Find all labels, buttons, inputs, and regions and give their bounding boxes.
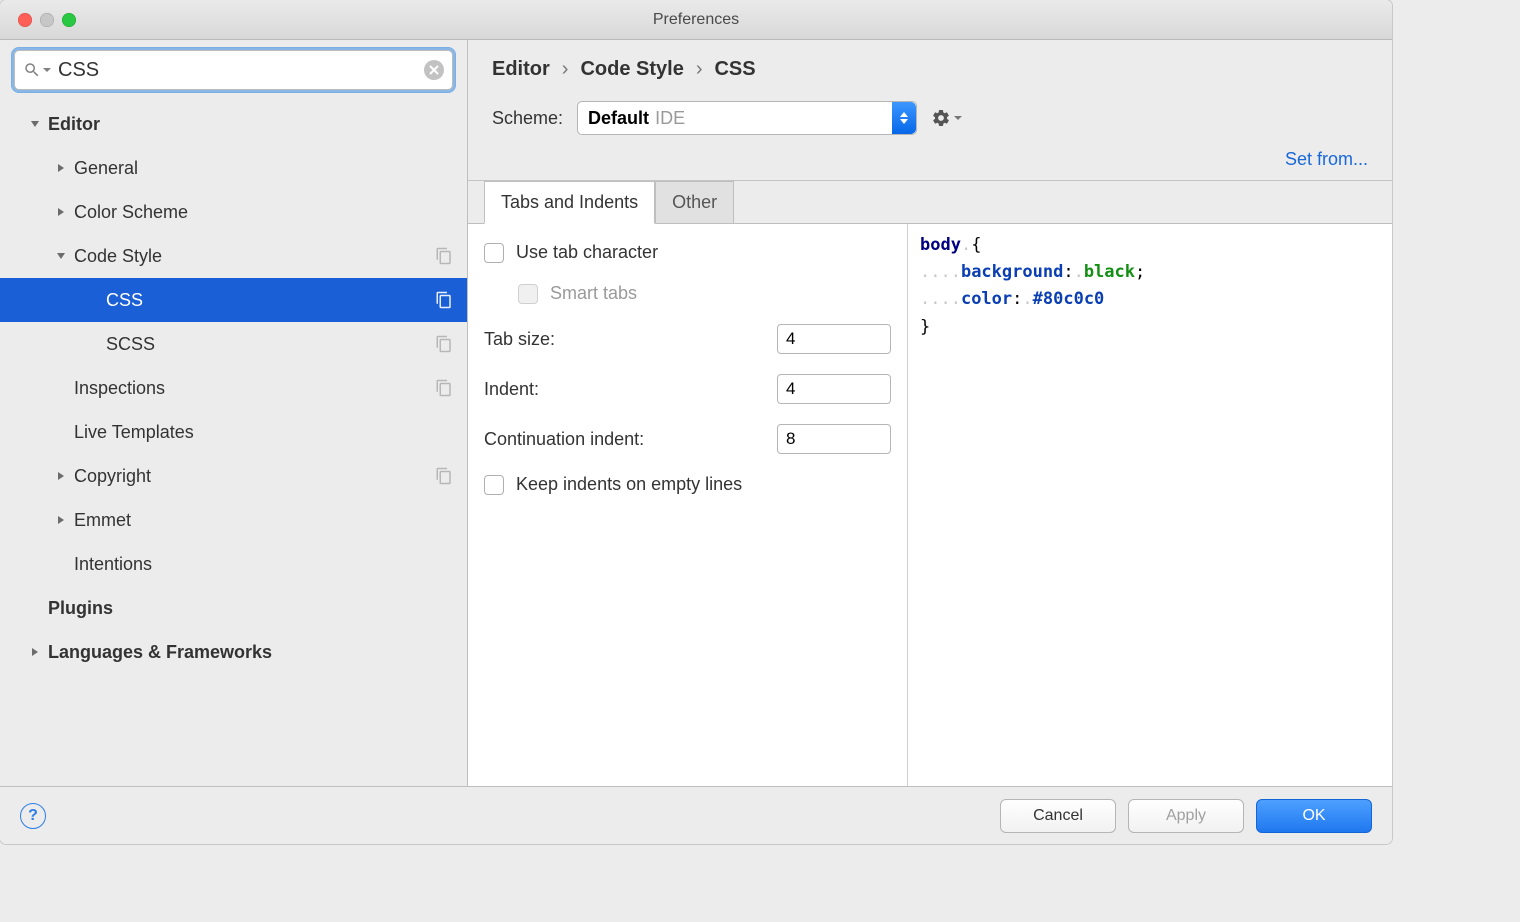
tree-item-languages-frameworks[interactable]: Languages & Frameworks (0, 630, 467, 674)
tree-item-intentions[interactable]: Intentions (0, 542, 467, 586)
tab-size-row: Tab size: (484, 324, 891, 354)
sidebar: Editor General Color Scheme Code Style (0, 40, 468, 786)
preferences-window: Preferences Editor (0, 0, 1392, 844)
tree-item-copyright[interactable]: Copyright (0, 454, 467, 498)
tree-item-editor[interactable]: Editor (0, 102, 467, 146)
tab-tabs-and-indents[interactable]: Tabs and Indents (484, 181, 655, 224)
help-button[interactable]: ? (20, 803, 46, 829)
use-tab-char-checkbox[interactable] (484, 243, 504, 263)
code-preview: body.{ ....background:.black; ....color:… (908, 224, 1392, 786)
settings-tree: Editor General Color Scheme Code Style (0, 98, 467, 674)
copy-icon (435, 379, 453, 397)
use-tab-char-label: Use tab character (516, 242, 658, 263)
scheme-value: Default (588, 108, 649, 129)
chevron-down-icon (953, 113, 963, 123)
indent-input[interactable] (777, 374, 891, 404)
tabs: Tabs and Indents Other (468, 181, 1392, 224)
copy-icon (435, 291, 453, 309)
dialog-footer: ? Cancel Apply OK (0, 786, 1392, 844)
clear-search-button[interactable] (424, 60, 444, 80)
chevron-down-icon (56, 251, 66, 261)
tree-item-live-templates[interactable]: Live Templates (0, 410, 467, 454)
scheme-actions-button[interactable] (931, 108, 963, 128)
scheme-combobox[interactable]: Default IDE (577, 101, 917, 135)
continuation-indent-label: Continuation indent: (484, 429, 765, 450)
tab-size-label: Tab size: (484, 329, 765, 350)
tree-item-scss[interactable]: SCSS (0, 322, 467, 366)
breadcrumb-separator: › (562, 58, 569, 81)
keep-indents-row: Keep indents on empty lines (484, 474, 891, 495)
close-icon (429, 65, 439, 75)
indent-label: Indent: (484, 379, 765, 400)
titlebar: Preferences (0, 0, 1392, 40)
scheme-hint: IDE (655, 108, 685, 129)
tree-item-css[interactable]: CSS (0, 278, 467, 322)
indent-row: Indent: (484, 374, 891, 404)
tab-size-input[interactable] (777, 324, 891, 354)
search-icon (23, 61, 41, 79)
chevron-down-icon (900, 118, 908, 124)
copy-icon (435, 335, 453, 353)
set-from-link[interactable]: Set from... (1285, 149, 1368, 169)
settings-panel: Editor › Code Style › CSS Scheme: Defaul… (468, 40, 1392, 786)
tree-item-inspections[interactable]: Inspections (0, 366, 467, 410)
tab-other[interactable]: Other (655, 181, 734, 223)
continuation-indent-input[interactable] (777, 424, 891, 454)
keep-indents-label: Keep indents on empty lines (516, 474, 742, 495)
tree-item-plugins[interactable]: Plugins (0, 586, 467, 630)
search-field[interactable] (14, 50, 453, 90)
scheme-label: Scheme: (492, 108, 563, 129)
copy-icon (435, 467, 453, 485)
tree-item-code-style[interactable]: Code Style (0, 234, 467, 278)
smart-tabs-row: Smart tabs (484, 283, 891, 304)
chevron-right-icon (56, 207, 66, 217)
chevron-right-icon (56, 515, 66, 525)
copy-icon (435, 247, 453, 265)
breadcrumb-css[interactable]: CSS (714, 58, 755, 81)
scheme-row: Scheme: Default IDE (468, 93, 1392, 149)
tab-content: Use tab character Smart tabs Tab size: I… (468, 224, 1392, 786)
use-tab-char-row: Use tab character (484, 242, 891, 263)
chevron-down-icon (30, 119, 40, 129)
breadcrumb: Editor › Code Style › CSS (468, 40, 1392, 93)
chevron-right-icon (56, 471, 66, 481)
keep-indents-checkbox[interactable] (484, 475, 504, 495)
indent-controls: Use tab character Smart tabs Tab size: I… (468, 224, 908, 786)
smart-tabs-label: Smart tabs (550, 283, 637, 304)
breadcrumb-code-style[interactable]: Code Style (580, 58, 683, 81)
continuation-indent-row: Continuation indent: (484, 424, 891, 454)
breadcrumb-separator: › (696, 58, 703, 81)
chevron-right-icon (30, 647, 40, 657)
tree-item-color-scheme[interactable]: Color Scheme (0, 190, 467, 234)
search-input[interactable] (58, 59, 424, 82)
smart-tabs-checkbox (518, 284, 538, 304)
tree-item-general[interactable]: General (0, 146, 467, 190)
apply-button[interactable]: Apply (1128, 799, 1244, 833)
cancel-button[interactable]: Cancel (1000, 799, 1116, 833)
tree-item-emmet[interactable]: Emmet (0, 498, 467, 542)
chevron-right-icon (56, 163, 66, 173)
gear-icon (931, 108, 951, 128)
search-history-icon[interactable] (42, 65, 52, 75)
window-title: Preferences (0, 11, 1392, 29)
breadcrumb-editor[interactable]: Editor (492, 58, 550, 81)
ok-button[interactable]: OK (1256, 799, 1372, 833)
combobox-stepper[interactable] (892, 102, 916, 134)
